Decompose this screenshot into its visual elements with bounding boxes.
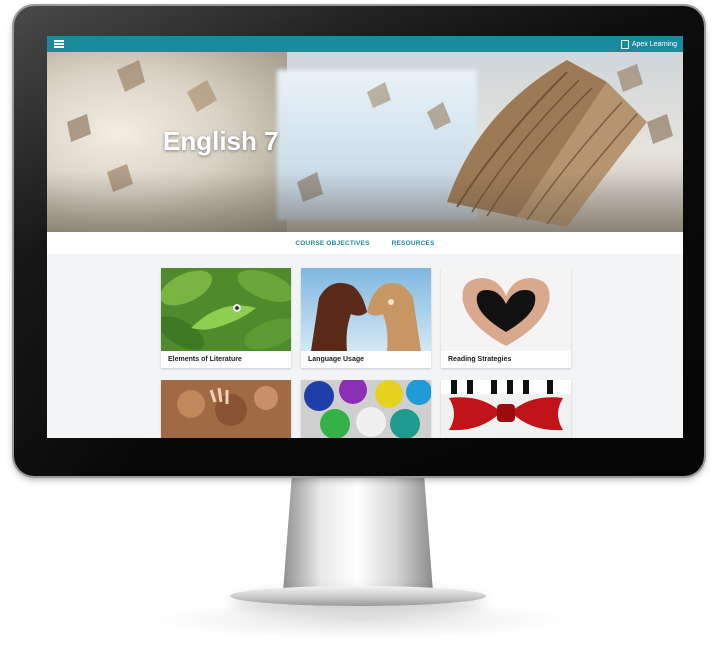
unit-card-cave-handprints[interactable] [161,380,291,438]
floor-shadow [150,600,570,640]
unit-card-paint-cans[interactable] [301,380,431,438]
tab-resources[interactable]: RESOURCES [392,240,435,247]
app-header: Apex Learning [47,36,683,52]
red-bow-tie-piano-image [441,380,571,438]
brand[interactable]: Apex Learning [620,39,677,49]
hands-forming-heart-image [441,268,571,351]
brand-name: Apex Learning [631,40,677,48]
unit-card-elements-of-literature[interactable]: Elements of Literature [161,268,291,368]
carved-horse-heads-image [301,268,431,351]
course-title: English 7 [163,126,279,156]
unit-card-label: Elements of Literature [168,356,242,363]
unit-card-label: Reading Strategies [448,356,512,363]
paint-cans-image [301,380,431,438]
unit-card-label: Language Usage [308,356,365,363]
course-tabs: COURSE OBJECTIVES RESOURCES [47,232,683,254]
hamburger-menu-icon[interactable] [54,40,64,48]
unit-card-language-usage[interactable]: Language Usage [301,268,431,368]
monitor-screen: Apex Learning English 7 COURSE OBJECTIVE… [47,36,683,438]
unit-card-red-bow-tie[interactable] [441,380,571,438]
lizard-in-leaves-image [161,268,291,351]
tab-course-objectives[interactable]: COURSE OBJECTIVES [295,240,369,247]
monitor-stand-neck [283,474,433,592]
monitor-stand-base [230,586,486,606]
hero-shade [47,172,683,232]
unit-card-reading-strategies[interactable]: Reading Strategies [441,268,571,368]
cave-handprints-image [161,380,291,438]
hero-banner: English 7 [47,52,683,232]
apex-logo-icon [620,39,629,49]
